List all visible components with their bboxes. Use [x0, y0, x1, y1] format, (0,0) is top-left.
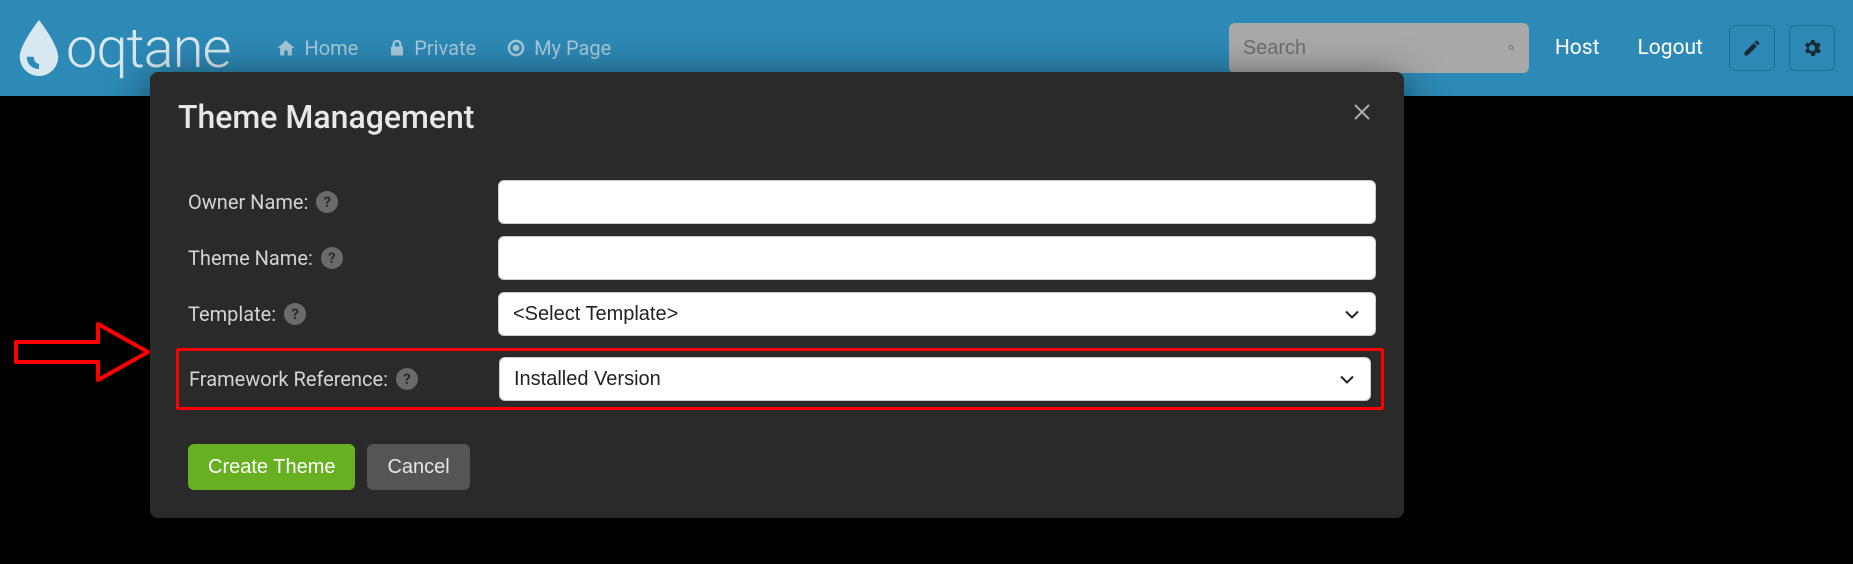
nav-mypage-label: My Page [534, 36, 611, 60]
theme-management-modal: Theme Management Owner Name: ? Theme Nam… [150, 72, 1404, 518]
label-owner-text: Owner Name: [188, 190, 308, 214]
search-icon[interactable] [1508, 37, 1515, 59]
right-controls: Host Logout [1229, 23, 1835, 73]
modal-header: Theme Management [178, 98, 1376, 136]
row-framework-reference: Framework Reference: ? [176, 348, 1384, 410]
edit-button[interactable] [1729, 25, 1775, 71]
drop-icon [18, 20, 60, 76]
create-theme-button[interactable]: Create Theme [188, 444, 355, 490]
help-template-icon[interactable]: ? [284, 303, 306, 325]
close-button[interactable] [1348, 98, 1376, 130]
modal-button-row: Create Theme Cancel [178, 444, 1376, 490]
help-owner-icon[interactable]: ? [316, 191, 338, 213]
label-template: Template: ? [188, 302, 498, 326]
lock-icon [388, 38, 406, 58]
home-icon [276, 38, 296, 58]
label-framework-text: Framework Reference: [189, 367, 388, 391]
nav-home-label: Home [304, 36, 358, 60]
annotation-arrow [12, 316, 152, 388]
label-theme-name: Theme Name: ? [188, 246, 498, 270]
label-framework: Framework Reference: ? [183, 367, 499, 391]
select-framework-reference[interactable] [499, 357, 1371, 401]
logout-link[interactable]: Logout [1625, 30, 1715, 66]
select-template[interactable] [498, 292, 1376, 336]
label-theme-text: Theme Name: [188, 246, 313, 270]
host-link[interactable]: Host [1543, 30, 1612, 66]
gear-icon [1801, 37, 1823, 59]
nav-mypage[interactable]: My Page [496, 30, 621, 66]
target-icon [506, 38, 526, 58]
nav-private[interactable]: Private [378, 30, 486, 66]
nav-private-label: Private [414, 36, 476, 60]
label-owner-name: Owner Name: ? [188, 190, 498, 214]
label-template-text: Template: [188, 302, 276, 326]
input-theme-name[interactable] [498, 236, 1376, 280]
row-owner-name: Owner Name: ? [178, 180, 1376, 224]
pencil-icon [1742, 38, 1762, 58]
row-template: Template: ? [178, 292, 1376, 336]
settings-button[interactable] [1789, 25, 1835, 71]
search-box [1229, 23, 1529, 73]
search-input[interactable] [1243, 37, 1508, 60]
cancel-button[interactable]: Cancel [367, 444, 469, 490]
help-framework-icon[interactable]: ? [396, 368, 418, 390]
main-nav: Home Private My Page [266, 30, 621, 66]
help-theme-icon[interactable]: ? [321, 247, 343, 269]
row-theme-name: Theme Name: ? [178, 236, 1376, 280]
input-owner-name[interactable] [498, 180, 1376, 224]
close-icon [1350, 100, 1374, 124]
modal-title: Theme Management [178, 98, 474, 136]
nav-home[interactable]: Home [266, 30, 368, 66]
